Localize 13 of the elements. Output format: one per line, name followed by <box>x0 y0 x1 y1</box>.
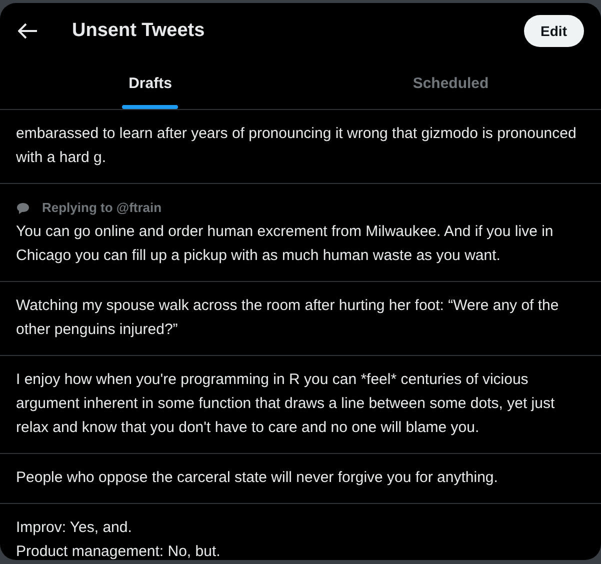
draft-text[interactable]: I enjoy how when you're programming in R you can *feel* centuries of vicious argument inherent in some function that draws a line between some dots, yet just relax and know that you don't have to care and no one will blame you. <box>16 368 585 440</box>
replying-to-label: Replying to @ftrain <box>42 199 162 217</box>
draft-text[interactable]: Watching my spouse walk across the room after hurting her foot: “Were any of the other penguins injured?” <box>16 294 585 342</box>
speech-bubble-icon <box>16 202 30 214</box>
draft-text[interactable]: Improv: Yes, and. Product management: No, but. <box>16 516 585 560</box>
draft-text[interactable]: You can go online and order human excrement from Milwaukee. And if you live in Chicago you can fill up a pickup with as much human waste as you want. <box>16 220 585 268</box>
tab[interactable]: Drafts <box>0 58 300 109</box>
draft-text[interactable]: embarassed to learn after years of pronouncing it wrong that gizmodo is pronounced with a hard g. <box>16 122 585 170</box>
dialog-title: Unsent Tweets <box>72 20 206 42</box>
back-arrow-icon[interactable] <box>18 22 38 38</box>
tab[interactable]: Scheduled <box>300 58 601 109</box>
draft-text[interactable]: People who oppose the carceral state will never forgive you for anything. <box>16 466 585 490</box>
edit-button[interactable]: Edit <box>524 14 584 46</box>
